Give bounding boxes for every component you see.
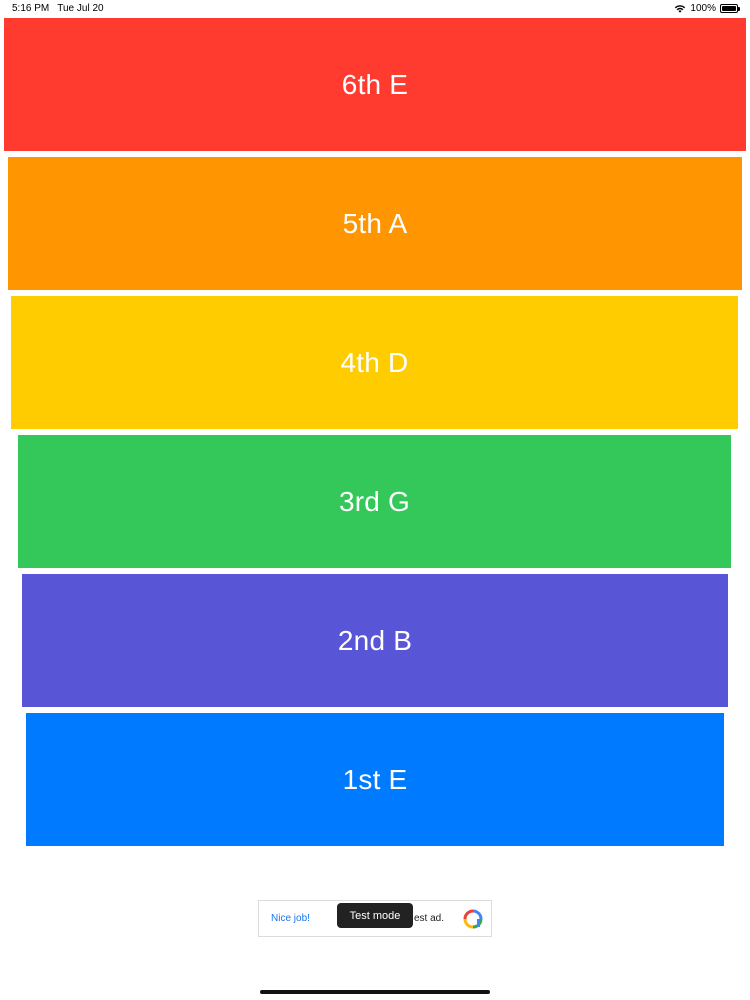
- ad-brand-icon: [463, 909, 483, 929]
- status-left: 5:16 PM Tue Jul 20: [12, 3, 104, 14]
- wifi-icon: [675, 5, 686, 13]
- home-indicator[interactable]: [260, 990, 490, 994]
- battery-level: [722, 6, 736, 11]
- band-1st-e[interactable]: 1st E: [26, 713, 724, 846]
- band-3rd-g[interactable]: 3rd G: [18, 435, 731, 568]
- band-label: 4th D: [340, 346, 409, 378]
- band-label: 5th A: [342, 207, 408, 239]
- band-5th-a[interactable]: 5th A: [8, 157, 742, 290]
- band-label: 2nd B: [337, 624, 413, 656]
- battery-icon: [720, 4, 740, 13]
- band-4th-d[interactable]: 4th D: [11, 296, 738, 429]
- battery-percent: 100%: [690, 3, 716, 14]
- band-label: 6th E: [341, 68, 409, 100]
- status-right: 100%: [674, 3, 740, 14]
- band-label: 3rd G: [338, 485, 411, 517]
- status-time: 5:16 PM: [12, 3, 50, 14]
- ad-left-text: Nice job!: [271, 913, 310, 924]
- band-6th-e[interactable]: 6th E: [4, 18, 746, 151]
- status-bar: 5:16 PM Tue Jul 20 100%: [0, 0, 750, 18]
- status-date: Tue Jul 20: [57, 3, 104, 14]
- ad-right-text: est ad.: [414, 913, 445, 924]
- band-label: 1st E: [342, 763, 408, 795]
- test-mode-badge: Test mode: [337, 903, 413, 928]
- band-2nd-b[interactable]: 2nd B: [22, 574, 728, 707]
